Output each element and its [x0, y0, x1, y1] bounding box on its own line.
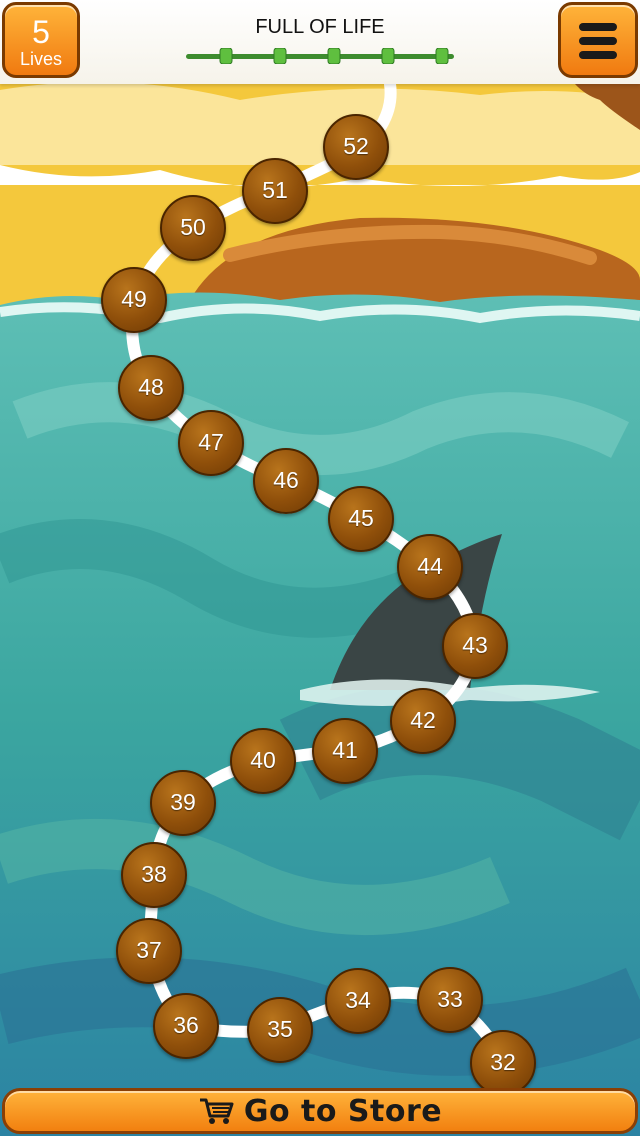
level-node-32[interactable]: 32 — [470, 1030, 536, 1096]
level-node-51[interactable]: 51 — [242, 158, 308, 224]
level-node-44[interactable]: 44 — [397, 534, 463, 600]
menu-button[interactable] — [558, 2, 638, 78]
hamburger-menu-icon-bar — [579, 51, 617, 59]
level-node-47[interactable]: 47 — [178, 410, 244, 476]
level-node-33[interactable]: 33 — [417, 967, 483, 1033]
level-node-39[interactable]: 39 — [150, 770, 216, 836]
shopping-cart-icon — [199, 1098, 234, 1124]
level-node-45[interactable]: 45 — [328, 486, 394, 552]
level-node-38[interactable]: 38 — [121, 842, 187, 908]
level-node-46[interactable]: 46 — [253, 448, 319, 514]
level-node-40[interactable]: 40 — [230, 728, 296, 794]
go-to-store-button[interactable]: Go to Store — [2, 1088, 638, 1134]
lives-progress-bar — [186, 48, 454, 64]
store-button-label: Go to Store — [243, 1093, 443, 1129]
lives-label: Lives — [19, 49, 63, 69]
level-node-41[interactable]: 41 — [312, 718, 378, 784]
level-node-42[interactable]: 42 — [390, 688, 456, 754]
level-node-52[interactable]: 52 — [323, 114, 389, 180]
level-node-48[interactable]: 48 — [118, 355, 184, 421]
level-node-34[interactable]: 34 — [325, 968, 391, 1034]
lives-count: 5 — [32, 14, 50, 50]
top-bar: 5 Lives FULL OF LIFE — [0, 0, 640, 84]
lives-counter[interactable]: 5 Lives — [2, 2, 80, 78]
level-node-35[interactable]: 35 — [247, 997, 313, 1063]
ocean-background — [0, 0, 640, 1136]
level-node-37[interactable]: 37 — [116, 918, 182, 984]
level-node-50[interactable]: 50 — [160, 195, 226, 261]
hamburger-menu-icon-bar — [579, 37, 617, 45]
lives-status-title: FULL OF LIFE — [255, 16, 385, 38]
hamburger-menu-icon — [579, 23, 617, 31]
level-node-36[interactable]: 36 — [153, 993, 219, 1059]
level-node-43[interactable]: 43 — [442, 613, 508, 679]
level-node-49[interactable]: 49 — [101, 267, 167, 333]
